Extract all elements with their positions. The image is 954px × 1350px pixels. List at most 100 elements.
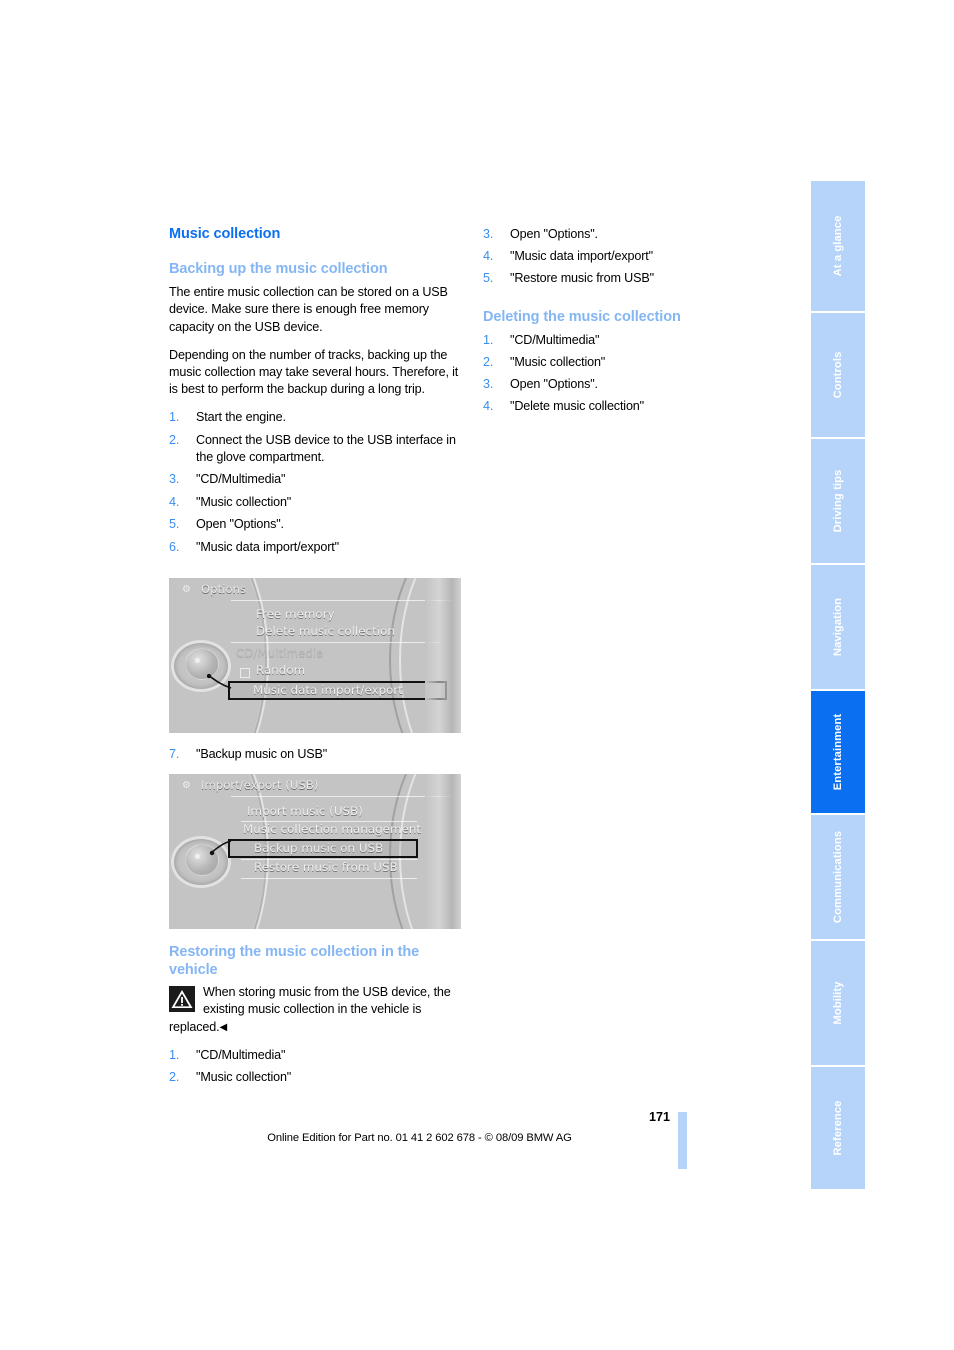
- list-item: 3. Open "Options".: [483, 226, 776, 243]
- step-text: "Music collection": [196, 494, 292, 509]
- list-item: 3. "CD/Multimedia": [169, 471, 462, 488]
- sidebar-item-mobility[interactable]: Mobility: [811, 941, 865, 1065]
- step-text: "Music data import/export": [196, 539, 339, 554]
- step-text: Connect the USB device to the USB interf…: [196, 432, 456, 464]
- step-text: "Music collection": [196, 1070, 292, 1085]
- menu-item-random[interactable]: Random: [256, 663, 305, 677]
- section-heading-restoring: Restoring the music collection in the ve…: [169, 944, 420, 978]
- step-text: "Backup music on USB": [196, 747, 328, 761]
- figure-divider: [231, 600, 453, 601]
- manual-page: Music collection Backing up the music co…: [0, 0, 954, 1350]
- paragraph-storage-info: The entire music collection can be store…: [169, 285, 448, 334]
- sidebar-item-reference[interactable]: Reference: [811, 1067, 865, 1189]
- step-number: 5.: [169, 517, 180, 532]
- menu-item-import-music-usb[interactable]: Import music (USB): [247, 804, 363, 818]
- restore-steps-list: 1. "CD/Multimedia" 2. "Music collection": [169, 1047, 462, 1087]
- list-item: 1. Start the engine.: [169, 409, 462, 426]
- warning-note-text: When storing music from the USB device, …: [169, 985, 451, 1034]
- left-column: Music collection Backing up the music co…: [169, 226, 462, 562]
- step-text: "CD/Multimedia": [510, 332, 600, 347]
- section-heading-deleting: Deleting the music collection: [483, 309, 681, 326]
- list-item: 4. "Music data import/export": [483, 248, 776, 265]
- restore-continued-steps-list: 3. Open "Options". 4. "Music data import…: [483, 226, 776, 287]
- step-number: 1.: [169, 409, 180, 424]
- figure-title: Import/export (USB): [201, 778, 319, 792]
- delete-steps-list: 1. "CD/Multimedia" 2. "Music collection"…: [483, 332, 776, 415]
- paragraph-duration-info: Depending on the number of tracks, backi…: [169, 347, 459, 396]
- list-item: 5. Open "Options".: [169, 516, 462, 533]
- step-text: Open "Options".: [510, 377, 598, 392]
- menu-item-cd-multimedia: CD/Multimedia: [236, 646, 324, 660]
- figure-title: Options: [201, 582, 247, 596]
- sidebar-item-entertainment[interactable]: Entertainment: [811, 691, 865, 813]
- tab-label: At a glance: [832, 215, 844, 277]
- list-item: 4. "Music collection": [169, 494, 462, 511]
- step-number: 5.: [483, 271, 494, 286]
- list-item: 7. "Backup music on USB": [169, 746, 462, 763]
- list-item: 2. Connect the USB device to the USB int…: [169, 432, 462, 466]
- figure-edge-gradient: [425, 578, 461, 733]
- step-number: 1.: [483, 332, 494, 347]
- step-number: 1.: [169, 1047, 180, 1062]
- step-text: "Delete music collection": [510, 399, 644, 414]
- menu-item-restore-music-from-usb[interactable]: Restore music from USB: [254, 860, 398, 874]
- tab-label: Navigation: [832, 597, 844, 657]
- step-number: 7.: [169, 747, 180, 761]
- figure-import-export-menu: ⚙ Import/export (USB) Import music (USB)…: [169, 774, 461, 929]
- list-item: 6. "Music data import/export": [169, 539, 462, 556]
- list-item: 2. "Music collection": [483, 354, 776, 371]
- figure-divider: [241, 878, 417, 879]
- sidebar-item-controls[interactable]: Controls: [811, 313, 865, 437]
- leader-line: [207, 674, 232, 689]
- backup-steps-list: 1. Start the engine. 2. Connect the USB …: [169, 409, 462, 556]
- page-number: 171: [648, 1110, 670, 1124]
- tab-label: Entertainment: [832, 713, 844, 791]
- footer-copyright: Online Edition for Part no. 01 41 2 602 …: [267, 1132, 572, 1144]
- menu-item-delete-music-collection[interactable]: Delete music collection: [256, 624, 395, 638]
- list-item: 4. "Delete music collection": [483, 398, 776, 415]
- step-number: 6.: [169, 539, 180, 554]
- menu-item-music-data-import-export[interactable]: Music data import/export: [253, 683, 403, 697]
- step-number: 2.: [169, 432, 180, 447]
- step-text: "CD/Multimedia": [196, 1047, 286, 1062]
- menu-item-music-collection-management[interactable]: Music collection management: [243, 822, 421, 836]
- figure-edge-gradient: [425, 774, 461, 929]
- leader-line: [209, 840, 232, 856]
- sidebar-item-at-a-glance[interactable]: At a glance: [811, 181, 865, 311]
- restoring-section: Restoring the music collection in the ve…: [169, 944, 462, 1092]
- page-edge-marker: [678, 1112, 687, 1169]
- tab-label: Mobility: [832, 981, 844, 1025]
- step-number: 3.: [169, 472, 180, 487]
- options-menu-icon: ⚙: [182, 780, 191, 791]
- page-title: Music collection: [169, 226, 281, 242]
- menu-item-free-memory[interactable]: Free memory: [256, 607, 335, 621]
- list-item: 2. "Music collection": [169, 1069, 462, 1086]
- step-number: 2.: [483, 355, 494, 370]
- list-item: 1. "CD/Multimedia": [483, 332, 776, 349]
- idrive-controller-highlight: [195, 854, 200, 859]
- tab-label: Controls: [832, 351, 844, 399]
- step-text: Start the engine.: [196, 409, 286, 424]
- sidebar-item-communications[interactable]: Communications: [811, 815, 865, 939]
- figure-options-menu: ⚙ Options Free memory Delete music colle…: [169, 578, 461, 733]
- tab-label: Driving tips: [832, 469, 844, 533]
- sidebar-item-driving-tips[interactable]: Driving tips: [811, 439, 865, 563]
- tab-label: Communications: [832, 830, 844, 924]
- menu-item-backup-music-on-usb[interactable]: Backup music on USB: [254, 841, 383, 855]
- list-item: 3. Open "Options".: [483, 376, 776, 393]
- sidebar-item-navigation[interactable]: Navigation: [811, 565, 865, 689]
- random-checkbox[interactable]: [240, 668, 250, 678]
- list-item: 1. "CD/Multimedia": [169, 1047, 462, 1064]
- step-number: 3.: [483, 377, 494, 392]
- chapter-tab-rail: At a glance Controls Driving tips Naviga…: [811, 181, 865, 1191]
- step-number: 4.: [483, 399, 494, 414]
- note-end-marker: ◀: [219, 1021, 228, 1033]
- right-column: 3. Open "Options". 4. "Music data import…: [483, 226, 776, 420]
- warning-note: When storing music from the USB device, …: [169, 984, 462, 1035]
- figure-divider: [231, 796, 453, 797]
- options-menu-icon: ⚙: [182, 584, 191, 595]
- section-heading-backing-up: Backing up the music collection: [169, 260, 388, 277]
- step-number: 4.: [483, 249, 494, 264]
- list-item: 5. "Restore music from USB": [483, 270, 776, 287]
- step-number: 3.: [483, 227, 494, 241]
